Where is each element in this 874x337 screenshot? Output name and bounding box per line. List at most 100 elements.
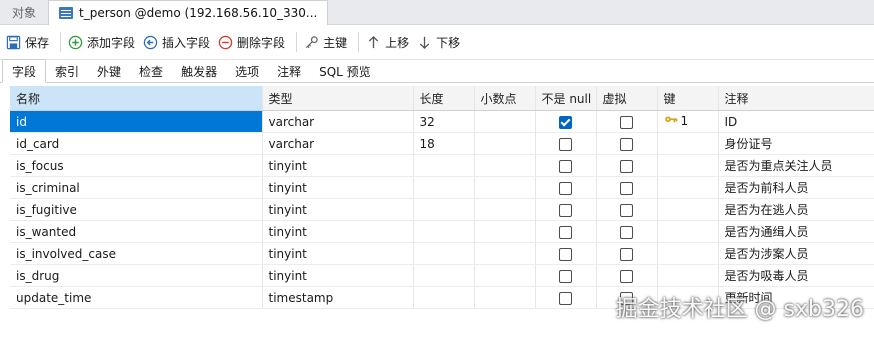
not-null-checkbox[interactable] [559, 159, 572, 173]
not-null-checkbox[interactable] [559, 247, 572, 261]
column-header-decimals[interactable]: 小数点 [474, 86, 536, 111]
table-row[interactable]: id varchar 32 1 ID [10, 110, 874, 133]
cell-length[interactable] [413, 264, 475, 287]
cell-length[interactable] [413, 220, 475, 243]
cell-type[interactable]: tinyint [262, 220, 414, 243]
virtual-checkbox[interactable] [620, 225, 633, 239]
not-null-checkbox[interactable] [559, 269, 572, 283]
cell-type[interactable]: varchar [262, 110, 414, 133]
cell-type[interactable]: varchar [262, 132, 414, 155]
cell-comment[interactable]: 是否为前科人员 [718, 176, 874, 199]
not-null-checkbox[interactable] [559, 203, 572, 217]
cell-name[interactable]: is_involved_case [10, 242, 263, 265]
cell-name[interactable]: is_focus [10, 154, 263, 177]
cell-virtual[interactable] [596, 110, 658, 133]
tab-triggers[interactable]: 触发器 [172, 60, 226, 82]
cell-name[interactable]: is_criminal [10, 176, 263, 199]
not-null-checkbox[interactable] [559, 291, 572, 305]
cell-comment[interactable]: 是否为重点关注人员 [718, 154, 874, 177]
cell-type[interactable]: tinyint [262, 264, 414, 287]
cell-type[interactable]: tinyint [262, 176, 414, 199]
column-header-not-null[interactable]: 不是 null [535, 86, 597, 111]
tab-indexes[interactable]: 索引 [46, 60, 88, 82]
cell-length[interactable] [413, 286, 475, 309]
tab-comment[interactable]: 注释 [268, 60, 310, 82]
primary-key-button[interactable]: 主键 [302, 29, 353, 55]
tab-sql-preview[interactable]: SQL 预览 [310, 60, 380, 82]
not-null-checkbox[interactable] [559, 181, 572, 195]
cell-key[interactable] [657, 220, 719, 243]
cell-decimals[interactable] [474, 198, 536, 221]
cell-type[interactable]: tinyint [262, 242, 414, 265]
table-row[interactable]: is_fugitive tinyint 是否为在逃人员 [10, 198, 874, 221]
column-header-name[interactable]: 名称 [10, 86, 263, 111]
cell-decimals[interactable] [474, 154, 536, 177]
delete-field-button[interactable]: 删除字段 [216, 29, 291, 55]
cell-name[interactable]: is_wanted [10, 220, 263, 243]
move-up-button[interactable]: 上移 [364, 29, 415, 55]
cell-not-null[interactable] [535, 198, 597, 221]
cell-not-null[interactable] [535, 132, 597, 155]
cell-type[interactable]: timestamp [262, 286, 414, 309]
not-null-checkbox[interactable] [559, 115, 572, 129]
table-row[interactable]: id_card varchar 18 身份证号 [10, 132, 874, 155]
column-header-comment[interactable]: 注释 [718, 86, 874, 111]
column-header-length[interactable]: 长度 [413, 86, 475, 111]
virtual-checkbox[interactable] [620, 269, 633, 283]
cell-length[interactable] [413, 176, 475, 199]
cell-key[interactable] [657, 264, 719, 287]
cell-name[interactable]: id [10, 110, 263, 133]
cell-key[interactable] [657, 198, 719, 221]
table-row[interactable]: is_criminal tinyint 是否为前科人员 [10, 176, 874, 199]
cell-comment[interactable]: 是否为通缉人员 [718, 220, 874, 243]
table-row[interactable]: is_drug tinyint 是否为吸毒人员 [10, 264, 874, 287]
cell-not-null[interactable] [535, 286, 597, 309]
cell-not-null[interactable] [535, 264, 597, 287]
cell-type[interactable]: tinyint [262, 154, 414, 177]
tab-foreign-keys[interactable]: 外键 [88, 60, 130, 82]
cell-decimals[interactable] [474, 176, 536, 199]
move-down-button[interactable]: 下移 [415, 29, 466, 55]
cell-name[interactable]: is_drug [10, 264, 263, 287]
column-header-key[interactable]: 键 [657, 86, 719, 111]
cell-comment[interactable]: 身份证号 [718, 132, 874, 155]
virtual-checkbox[interactable] [620, 137, 633, 151]
insert-field-button[interactable]: 插入字段 [141, 29, 216, 55]
table-row[interactable]: is_involved_case tinyint 是否为涉案人员 [10, 242, 874, 265]
cell-decimals[interactable] [474, 220, 536, 243]
save-button[interactable]: 保存 [4, 29, 55, 55]
cell-not-null[interactable] [535, 176, 597, 199]
not-null-checkbox[interactable] [559, 137, 572, 151]
cell-key[interactable] [657, 242, 719, 265]
tab-fields[interactable]: 字段 [2, 59, 47, 83]
cell-decimals[interactable] [474, 132, 536, 155]
column-header-type[interactable]: 类型 [262, 86, 414, 111]
column-header-virtual[interactable]: 虚拟 [596, 86, 658, 111]
cell-decimals[interactable] [474, 264, 536, 287]
virtual-checkbox[interactable] [620, 159, 633, 173]
cell-length[interactable]: 32 [413, 110, 475, 133]
virtual-checkbox[interactable] [620, 247, 633, 261]
cell-length[interactable]: 18 [413, 132, 475, 155]
cell-virtual[interactable] [596, 264, 658, 287]
cell-comment[interactable]: 是否为在逃人员 [718, 198, 874, 221]
cell-decimals[interactable] [474, 242, 536, 265]
cell-not-null[interactable] [535, 220, 597, 243]
tab-options[interactable]: 选项 [226, 60, 268, 82]
cell-key[interactable] [657, 154, 719, 177]
cell-comment[interactable]: 是否为吸毒人员 [718, 264, 874, 287]
cell-name[interactable]: id_card [10, 132, 263, 155]
cell-name[interactable]: is_fugitive [10, 198, 263, 221]
virtual-checkbox[interactable] [620, 181, 633, 195]
cell-virtual[interactable] [596, 132, 658, 155]
cell-not-null[interactable] [535, 154, 597, 177]
cell-comment[interactable]: 是否为涉案人员 [718, 242, 874, 265]
cell-key[interactable] [657, 176, 719, 199]
cell-key[interactable] [657, 132, 719, 155]
cell-key[interactable]: 1 [657, 110, 719, 133]
table-row[interactable]: is_focus tinyint 是否为重点关注人员 [10, 154, 874, 177]
cell-length[interactable] [413, 154, 475, 177]
cell-virtual[interactable] [596, 198, 658, 221]
tab-checks[interactable]: 检查 [130, 60, 172, 82]
cell-virtual[interactable] [596, 220, 658, 243]
